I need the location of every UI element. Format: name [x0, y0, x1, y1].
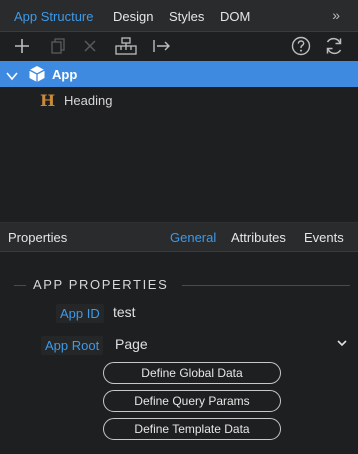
section-rule	[182, 285, 350, 286]
app-id-field[interactable]: test	[113, 304, 136, 320]
panel-tabs: App Structure Design Styles DOM »	[0, 0, 358, 32]
more-tabs-icon[interactable]: »	[332, 7, 340, 23]
app-cube-icon	[27, 64, 47, 84]
tree-item-app[interactable]: App	[0, 61, 358, 87]
tab-events[interactable]: Events	[304, 230, 344, 245]
chevron-down-icon[interactable]	[6, 69, 18, 81]
section-header: APP PROPERTIES	[0, 276, 358, 294]
tree-item-label: App	[52, 67, 78, 82]
tab-attributes[interactable]: Attributes	[231, 230, 286, 245]
add-icon[interactable]	[10, 35, 34, 57]
properties-header: Properties General Attributes Events	[0, 223, 358, 252]
section-title: APP PROPERTIES	[33, 277, 169, 292]
tab-app-structure[interactable]: App Structure	[14, 9, 94, 24]
tab-design[interactable]: Design	[113, 9, 153, 24]
tree-item-heading[interactable]: H Heading	[0, 87, 358, 113]
delete-icon[interactable]	[78, 35, 102, 57]
app-root-label: App Root	[41, 336, 104, 355]
app-id-label: App ID	[56, 304, 104, 323]
chevron-down-icon[interactable]	[336, 337, 348, 349]
define-global-data-button[interactable]: Define Global Data	[103, 362, 281, 384]
section-rule	[14, 285, 26, 286]
structure-toolbar	[0, 32, 358, 61]
app-root-select[interactable]: Page	[115, 336, 148, 352]
tab-styles[interactable]: Styles	[169, 9, 204, 24]
define-template-data-button[interactable]: Define Template Data	[103, 418, 281, 440]
heading-icon: H	[40, 91, 56, 110]
tree-item-label: Heading	[64, 93, 113, 108]
tab-dom[interactable]: DOM	[220, 9, 250, 24]
refresh-icon[interactable]	[322, 35, 346, 57]
tab-general[interactable]: General	[170, 230, 216, 245]
properties-title: Properties	[8, 230, 68, 245]
component-icon[interactable]	[114, 35, 138, 57]
define-query-params-button[interactable]: Define Query Params	[103, 390, 281, 412]
help-icon[interactable]	[289, 35, 313, 57]
duplicate-icon[interactable]	[46, 35, 70, 57]
move-to-icon[interactable]	[150, 35, 174, 57]
